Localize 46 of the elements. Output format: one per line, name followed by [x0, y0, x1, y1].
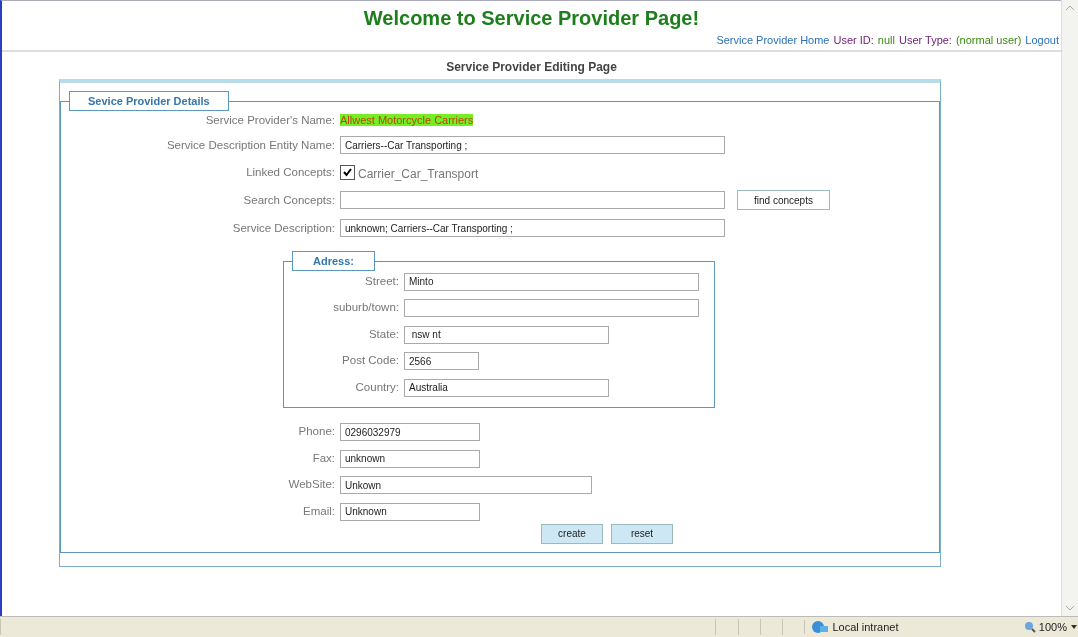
field-label: Street:: [364, 273, 399, 288]
checkbox[interactable]: [340, 164, 355, 180]
nav-link[interactable]: Service Provider Home: [716, 34, 830, 46]
input-field[interactable]: Unknown: [340, 502, 480, 521]
field-label: Phone:: [297, 424, 335, 439]
section-heading: Service Provider Editing Page: [445, 59, 618, 76]
field-label: suburb/town:: [332, 300, 399, 315]
user-info-text: null: [877, 34, 895, 46]
field-label: Fax:: [311, 450, 335, 465]
field-label: Service Provider's Name:: [204, 113, 335, 127]
field-label: Search Concepts:: [242, 193, 335, 207]
field-label: Post Code:: [341, 353, 399, 368]
user-info-text: User ID:: [833, 34, 874, 46]
input-field[interactable]: Unkown: [340, 476, 592, 494]
reset-button[interactable]: reset: [611, 523, 673, 544]
globe-icon: [811, 620, 830, 634]
field-label: WebSite:: [287, 477, 335, 492]
field-label: State:: [367, 326, 399, 341]
field-label: Service Description Entity Name:: [165, 138, 335, 152]
fieldset-legend: Sevice Provider Details: [69, 91, 229, 111]
user-info-text: (normal user): [955, 34, 1022, 46]
zoom-icon[interactable]: [1023, 621, 1036, 633]
input-field[interactable]: unknown; Carriers--Car Transporting ;: [340, 219, 725, 237]
field-label: Service Description:: [231, 221, 335, 235]
input-field[interactable]: [404, 299, 699, 317]
zoom-level[interactable]: 100%: [1038, 621, 1067, 633]
input-field[interactable]: unknown: [340, 449, 480, 468]
input-field[interactable]: nsw nt: [404, 325, 609, 344]
input-field[interactable]: Australia: [404, 378, 609, 397]
create-button[interactable]: create: [541, 523, 603, 544]
page-title: Welcome to Service Provider Page!: [363, 7, 700, 30]
user-info-text: User Type:: [898, 34, 952, 46]
field-label: Country:: [354, 379, 399, 394]
fieldset-legend: Adress:: [292, 251, 375, 271]
input-field[interactable]: 0296032979: [340, 423, 480, 441]
field-label: Email:: [302, 503, 335, 518]
find-concepts-button[interactable]: find concepts: [737, 190, 830, 210]
nav-link[interactable]: Logout: [1025, 34, 1059, 46]
input-field[interactable]: Minto: [404, 272, 699, 291]
provider-name: Allwest Motorcycle Carriers: [340, 114, 474, 126]
input-field[interactable]: Carriers--Car Transporting ;: [340, 136, 725, 154]
search-field[interactable]: [340, 191, 725, 209]
field-label: Linked Concepts:: [245, 165, 335, 179]
zone-text: Local intranet: [832, 621, 899, 633]
dropdown-caret-icon[interactable]: [1069, 624, 1078, 630]
input-field[interactable]: 2566: [404, 352, 479, 370]
